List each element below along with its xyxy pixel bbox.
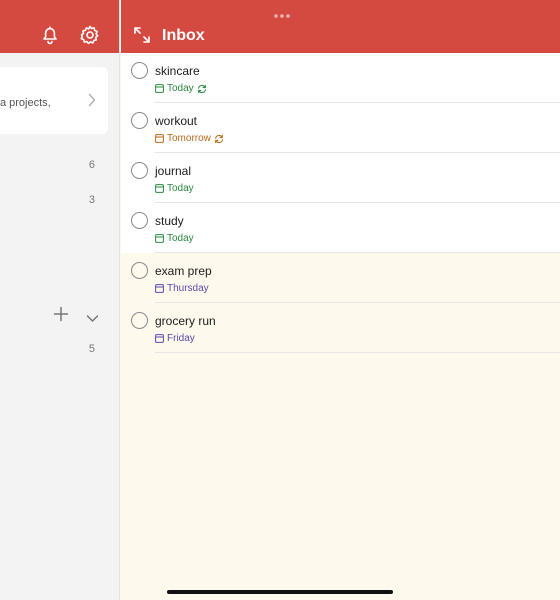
- due-date-label: Friday: [167, 333, 195, 344]
- due-date: Friday: [155, 333, 195, 344]
- task-name: workout: [155, 114, 198, 128]
- page-title: Inbox: [162, 27, 205, 44]
- repeat-icon: [197, 84, 206, 93]
- calendar-icon: [155, 234, 164, 243]
- task-name: exam prep: [155, 264, 212, 278]
- gear-icon[interactable]: [79, 24, 101, 46]
- repeat-icon: [214, 134, 223, 143]
- inbox-header: Inbox: [121, 0, 560, 53]
- sidebar-count: 3: [88, 194, 95, 206]
- home-indicator[interactable]: [167, 590, 393, 594]
- due-date-label: Thursday: [167, 283, 209, 294]
- task-name: skincare: [155, 64, 200, 78]
- due-date-label: Today: [167, 83, 194, 94]
- add-project-icon[interactable]: [53, 306, 69, 327]
- due-date-label: Tomorrow: [167, 133, 211, 144]
- sidebar-header: [0, 0, 119, 53]
- row-divider: [155, 352, 560, 353]
- due-date: Tomorrow: [155, 133, 227, 144]
- task-name: journal: [155, 164, 192, 178]
- due-date: Today: [155, 183, 194, 194]
- due-date-label: Today: [167, 183, 194, 194]
- calendar-icon: [155, 284, 164, 293]
- sidebar: ld extra projects, 6 3 5: [0, 0, 120, 600]
- calendar-icon: [155, 184, 164, 193]
- task-row[interactable]: workout Tomorrow: [121, 103, 560, 153]
- promo-card-text: ld extra projects,: [0, 97, 51, 109]
- due-date: Today: [155, 233, 194, 244]
- task-row[interactable]: journal Today: [121, 153, 560, 203]
- task-row[interactable]: study Today: [121, 203, 560, 253]
- task-name: study: [155, 214, 184, 228]
- calendar-icon: [155, 334, 164, 343]
- sidebar-count: 6: [88, 159, 95, 171]
- complete-checkbox[interactable]: [131, 112, 148, 129]
- promo-card[interactable]: ld extra projects,: [0, 67, 108, 134]
- chevron-down-icon[interactable]: [86, 310, 99, 328]
- sidebar-count: 5: [88, 343, 95, 355]
- inbox-pane: Inbox skincare Today workout Tomorrow journa…: [121, 0, 560, 600]
- complete-checkbox[interactable]: [131, 62, 148, 79]
- task-name: grocery run: [155, 314, 216, 328]
- complete-checkbox[interactable]: [131, 262, 148, 279]
- due-date: Today: [155, 83, 210, 94]
- task-row[interactable]: grocery run Friday: [121, 303, 560, 353]
- multitask-dots-icon[interactable]: [273, 6, 291, 18]
- calendar-icon: [155, 134, 164, 143]
- task-row[interactable]: exam prep Thursday: [121, 253, 560, 303]
- calendar-icon: [155, 84, 164, 93]
- due-date: Thursday: [155, 283, 209, 294]
- task-list: skincare Today workout Tomorrow journal Today…: [121, 53, 560, 353]
- expand-icon[interactable]: [133, 26, 151, 49]
- complete-checkbox[interactable]: [131, 212, 148, 229]
- complete-checkbox[interactable]: [131, 312, 148, 329]
- task-row[interactable]: skincare Today: [121, 53, 560, 103]
- complete-checkbox[interactable]: [131, 162, 148, 179]
- chevron-right-icon: [88, 93, 96, 112]
- due-date-label: Today: [167, 233, 194, 244]
- bell-icon[interactable]: [39, 24, 61, 46]
